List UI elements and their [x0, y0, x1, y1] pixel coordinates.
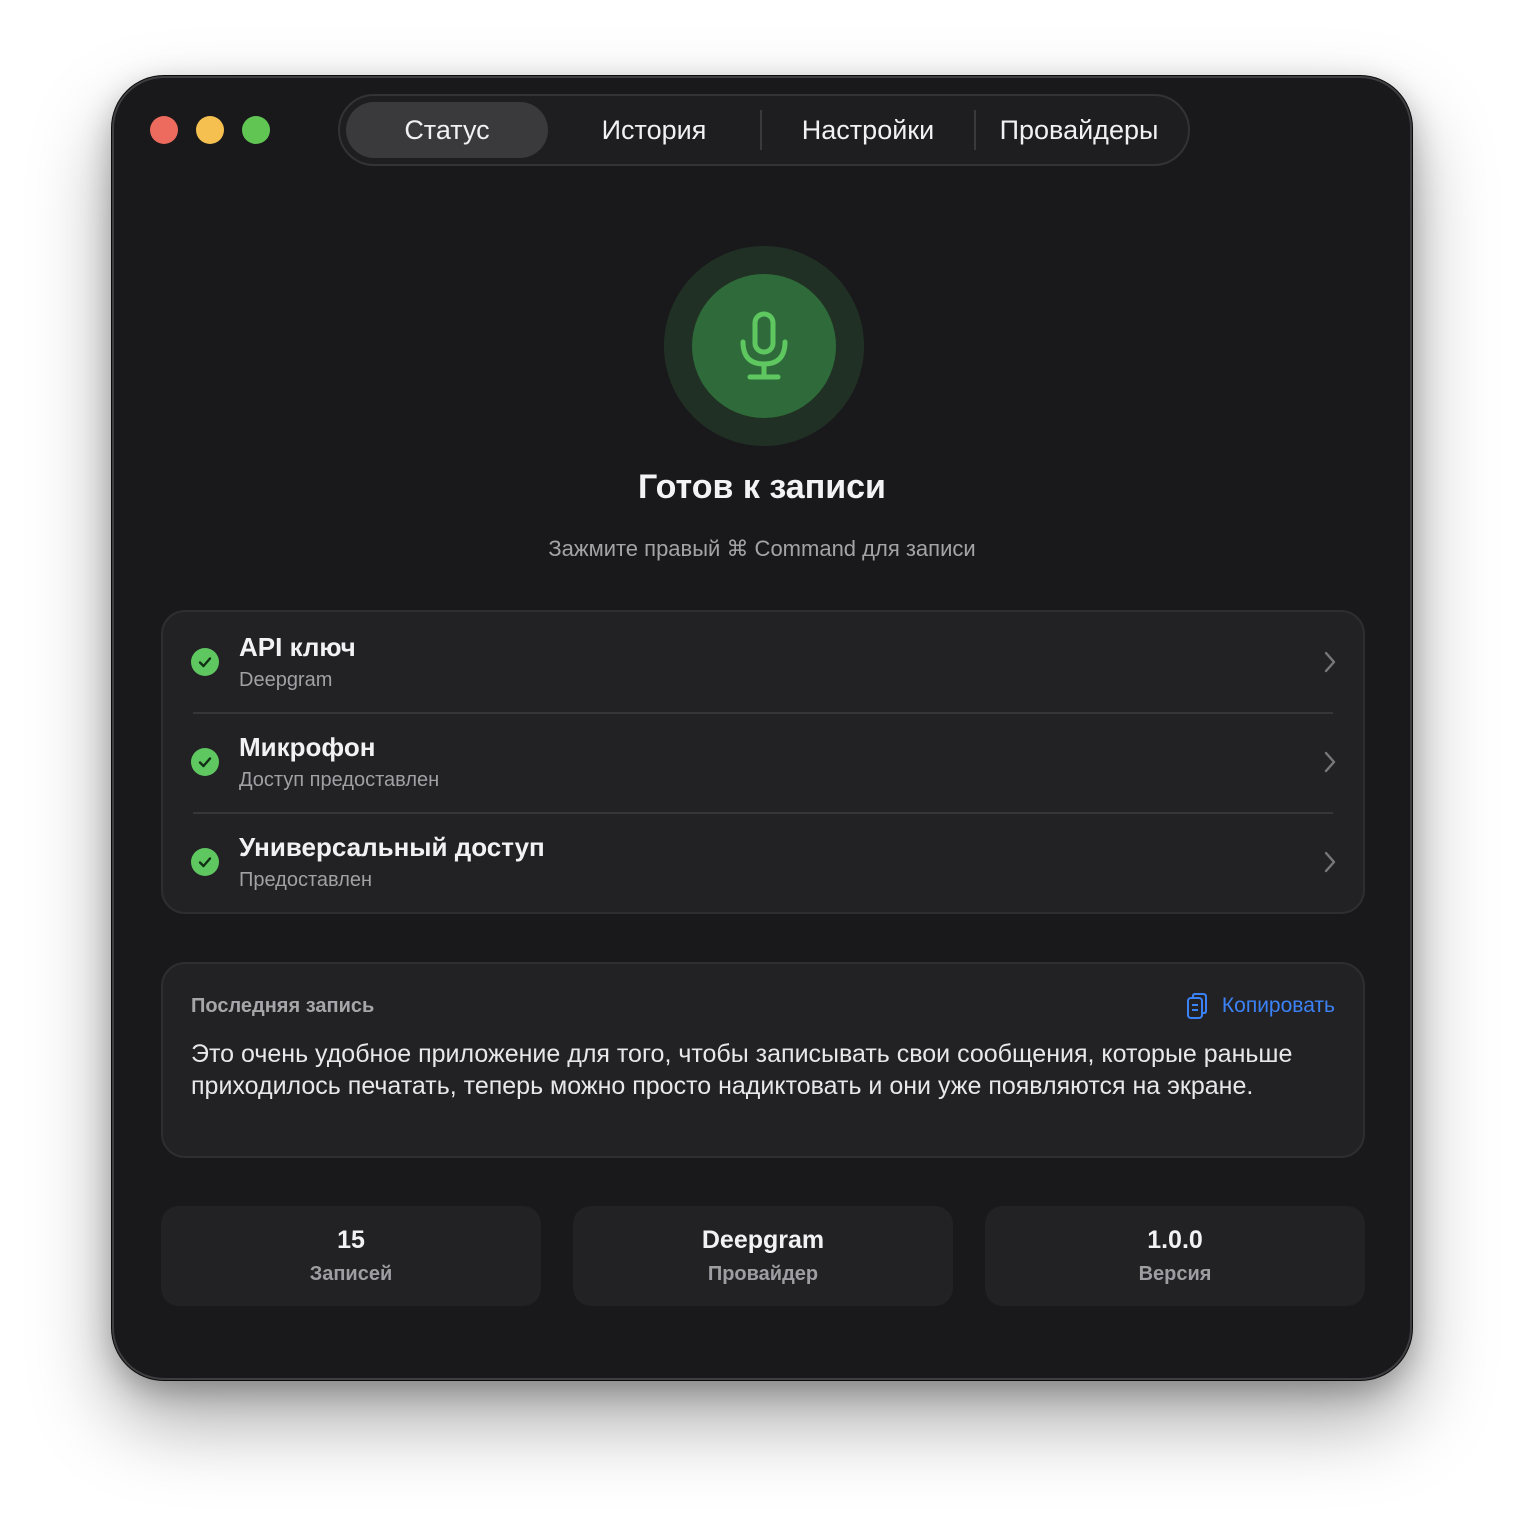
stat-value: 1.0.0	[1147, 1226, 1203, 1254]
tab-bar: Статус История Настройки Провайдеры	[338, 94, 1190, 166]
copy-button[interactable]: Копировать	[1186, 992, 1335, 1020]
tab-status[interactable]: Статус	[346, 102, 548, 158]
permission-row-api-key[interactable]: API ключ Deepgram	[163, 612, 1363, 712]
chevron-right-icon	[1324, 651, 1336, 673]
app-window: Статус История Настройки Провайдеры Гото…	[112, 76, 1412, 1380]
checkmark-circle-icon	[191, 648, 219, 676]
checkmark-circle-icon	[191, 748, 219, 776]
copy-icon	[1186, 993, 1207, 1019]
permission-row-microphone[interactable]: Микрофон Доступ предоставлен	[163, 712, 1363, 812]
permission-title: API ключ	[239, 632, 356, 662]
permission-row-accessibility[interactable]: Универсальный доступ Предоставлен	[163, 812, 1363, 912]
stat-provider: Deepgram Провайдер	[573, 1206, 953, 1306]
last-record-label: Последняя запись	[191, 994, 375, 1017]
chevron-right-icon	[1324, 851, 1336, 873]
tab-settings[interactable]: Настройки	[762, 102, 974, 158]
close-window-button[interactable]	[150, 116, 178, 144]
chevron-right-icon	[1324, 751, 1336, 773]
stat-label: Версия	[1138, 1263, 1212, 1285]
stat-label: Записей	[309, 1263, 393, 1285]
zoom-window-button[interactable]	[242, 116, 270, 144]
stat-records: 15 Записей	[161, 1206, 541, 1306]
permission-subtitle: Предоставлен	[239, 869, 373, 891]
last-record-card: Последняя запись Копировать Это очень уд…	[161, 962, 1365, 1158]
window-controls	[150, 116, 270, 144]
permission-subtitle: Deepgram	[239, 669, 333, 691]
permissions-card: API ключ Deepgram Микрофон Доступ предос…	[161, 610, 1365, 914]
checkmark-circle-icon	[191, 848, 219, 876]
stat-value: Deepgram	[701, 1226, 825, 1254]
status-hint: Зажмите правый ⌘ Command для записи	[548, 536, 976, 561]
stat-version: 1.0.0 Версия	[985, 1206, 1365, 1306]
record-status-indicator[interactable]	[664, 246, 864, 446]
permission-subtitle: Доступ предоставлен	[239, 769, 440, 791]
permission-title: Универсальный доступ	[239, 832, 545, 862]
stat-value: 15	[337, 1226, 365, 1254]
status-title: Готов к записи	[638, 468, 886, 506]
last-record-text: Это очень удобное приложение для того, ч…	[191, 1040, 1293, 1100]
permission-title: Микрофон	[239, 732, 376, 762]
microphone-badge	[692, 274, 836, 418]
stat-label: Провайдер	[707, 1263, 819, 1285]
tab-providers[interactable]: Провайдеры	[976, 102, 1182, 158]
tab-history[interactable]: История	[548, 102, 760, 158]
microphone-icon	[740, 311, 788, 380]
minimize-window-button[interactable]	[196, 116, 224, 144]
copy-button-label: Копировать	[1221, 994, 1335, 1017]
